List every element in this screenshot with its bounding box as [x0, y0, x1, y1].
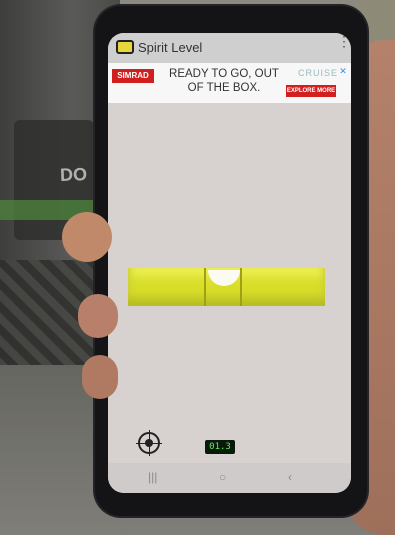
- recents-icon[interactable]: |||: [148, 470, 157, 484]
- close-icon[interactable]: ✕: [338, 66, 348, 76]
- angle-readout: 01.3: [205, 440, 235, 454]
- ad-banner[interactable]: SIMRAD READY TO GO, OUT OF THE BOX. CRUI…: [108, 63, 351, 103]
- ad-brand: CRUISE: [298, 68, 339, 78]
- overflow-menu-icon[interactable]: ⋮: [337, 34, 351, 58]
- ad-headline: READY TO GO, OUT OF THE BOX.: [158, 67, 290, 95]
- left-finger-3: [82, 355, 118, 399]
- phone-screen: Spirit Level ⋮ SIMRAD READY TO GO, OUT O…: [108, 33, 351, 493]
- level-marker-left: [204, 268, 206, 306]
- left-finger-1: [62, 212, 112, 262]
- level-icon: [116, 40, 134, 54]
- app-bar: Spirit Level ⋮: [108, 33, 351, 63]
- ad-headline-line2: OF THE BOX.: [187, 82, 261, 94]
- crosshair-dot: [145, 439, 153, 447]
- ad-headline-line1: READY TO GO, OUT: [169, 68, 279, 80]
- level-marker-right: [240, 268, 242, 306]
- left-finger-2: [78, 294, 118, 338]
- app-title: Spirit Level: [138, 40, 203, 55]
- navigation-bar: ||| ○ ‹: [108, 463, 351, 493]
- ad-logo: SIMRAD: [112, 69, 154, 83]
- ad-cta-button[interactable]: EXPLORE MORE: [286, 85, 336, 97]
- crosshair-icon[interactable]: [136, 430, 162, 456]
- home-icon[interactable]: ○: [219, 470, 226, 484]
- back-icon[interactable]: ‹: [288, 470, 292, 484]
